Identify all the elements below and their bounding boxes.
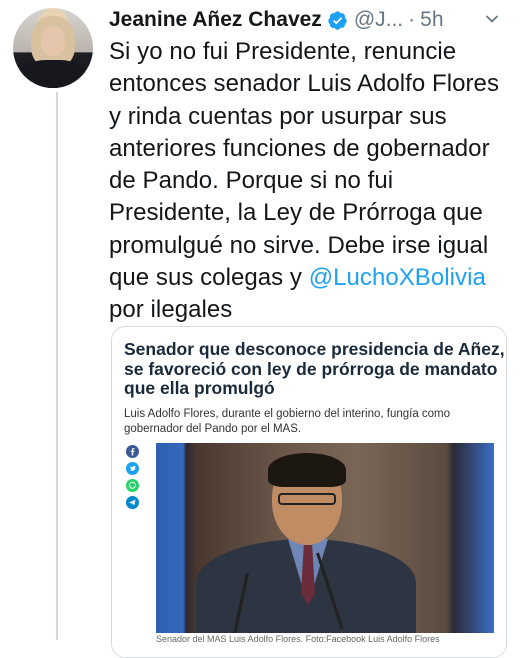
card-headline-line: que ella promulgó xyxy=(124,378,275,398)
avatar[interactable] xyxy=(13,8,93,88)
telegram-icon[interactable] xyxy=(126,496,139,509)
link-preview-card[interactable]: Senador que desconoce presidencia de Añe… xyxy=(111,326,507,658)
tweet-timestamp[interactable]: 5h xyxy=(420,8,443,32)
tweet-text-line: de Pando. Porque si no fui xyxy=(109,167,394,195)
card-headline: Senador que desconoce presidencia de Añe… xyxy=(124,339,505,399)
tweet-text-line: y rinda cuentas por usurpar sus xyxy=(109,102,447,130)
article-photo xyxy=(156,443,494,633)
photo-caption: Senador del MAS Luis Adolfo Flores. Foto… xyxy=(156,634,440,644)
verified-badge-icon xyxy=(328,10,347,30)
separator-dot: · xyxy=(408,8,416,31)
avatar-body xyxy=(19,60,87,88)
tweet-text-line: Si yo no fui Presidente, renuncie xyxy=(109,38,457,65)
whatsapp-icon[interactable] xyxy=(126,479,139,492)
card-subtitle-line: gobernador del Pando por el MAS. xyxy=(124,422,302,435)
tweet-text-line: entonces senador Luis Adolfo Flores xyxy=(109,70,499,98)
avatar-face xyxy=(41,26,65,56)
tweet-header: Jeanine Añez Chavez @J... · 5h xyxy=(109,6,444,34)
card-subtitle: Luis Adolfo Flores, durante el gobierno … xyxy=(124,407,499,436)
mention-link[interactable]: @LuchoXBolivia xyxy=(309,264,486,291)
tweet-text-line: promulgué no sirve. Debe irse igual xyxy=(109,231,489,259)
tweet-text-line: Presidente, la Ley de Prórroga que xyxy=(109,199,483,227)
facebook-icon[interactable] xyxy=(126,445,139,458)
thread-line xyxy=(56,92,58,640)
card-headline-line: Senador que desconoce presidencia de Añe… xyxy=(124,339,505,359)
author-name[interactable]: Jeanine Añez Chavez xyxy=(109,8,322,32)
tweet-text-fragment: que sus colegas y xyxy=(109,264,309,292)
tweet-text-line-with-mention: que sus colegas y @LuchoXBolivia xyxy=(109,262,514,294)
chevron-down-icon[interactable] xyxy=(485,12,499,26)
card-headline-line: se favoreció con ley de prórroga de mand… xyxy=(124,358,498,379)
tweet-text: Si yo no fui Presidente, renuncie entonc… xyxy=(109,36,514,327)
card-subtitle-line: Luis Adolfo Flores, durante el gobierno … xyxy=(124,408,451,420)
photo-hair xyxy=(268,453,346,487)
twitter-icon[interactable] xyxy=(126,462,139,475)
author-handle[interactable]: @J... xyxy=(354,8,403,32)
tweet-text-line: anteriores funciones de gobernador xyxy=(109,134,490,162)
tweet-text-line: por ilegales xyxy=(109,296,233,324)
photo-glasses xyxy=(278,493,336,505)
